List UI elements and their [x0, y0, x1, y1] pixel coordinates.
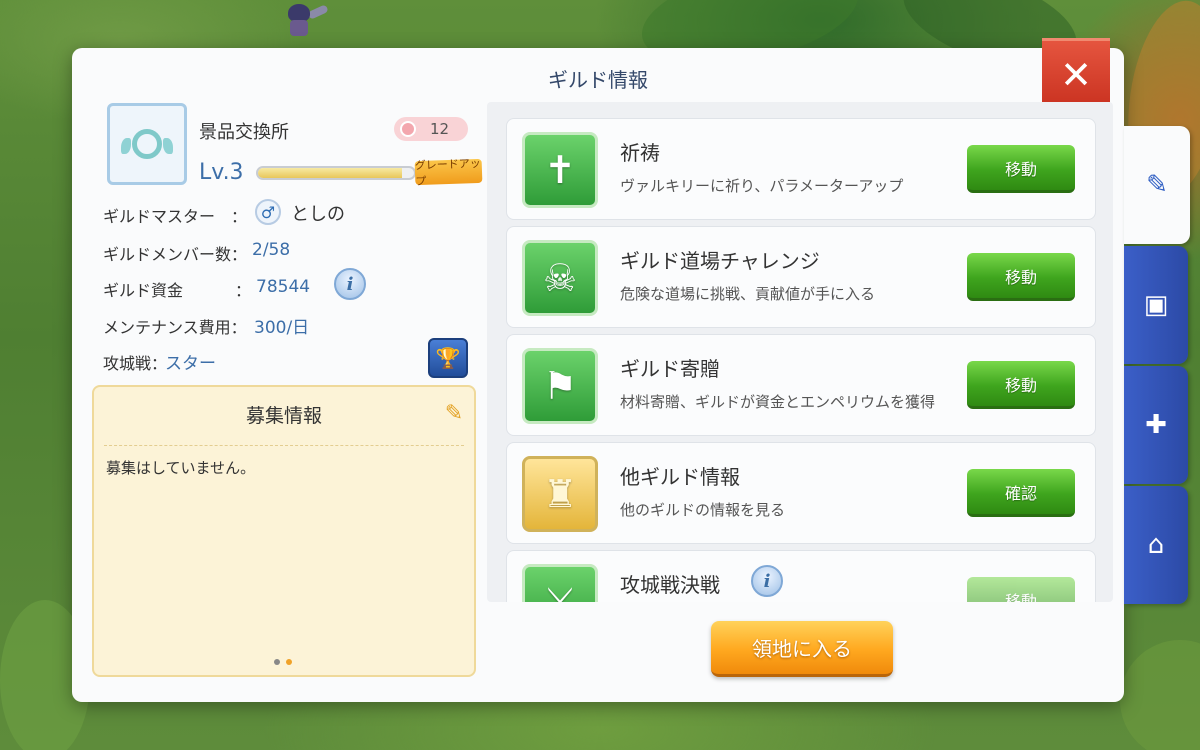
recruit-title: 募集情報 — [245, 405, 322, 427]
level-progress-fill — [258, 168, 402, 178]
tab-members[interactable]: ▣ — [1124, 246, 1188, 364]
guild-book-icon: ✚ — [1145, 410, 1167, 440]
male-gender-icon: ♂ — [255, 199, 281, 225]
item-description: 危険な道場に挑戦、貢献値が手に入る — [620, 285, 876, 303]
contacts-icon: ▣ — [1143, 290, 1169, 320]
member-count-badge: 12 — [394, 117, 468, 141]
tab-guild-info[interactable]: ✎ — [1124, 126, 1190, 244]
guild-members-value: 2/58 — [252, 240, 291, 260]
divider — [104, 445, 464, 446]
guild-name: 景品交換所 — [199, 122, 289, 143]
home-user-icon: ⌂ — [1147, 530, 1165, 560]
trophy-button[interactable]: 🏆 — [428, 338, 468, 378]
guild-master-name: としの — [291, 204, 345, 225]
guild-emblem[interactable] — [107, 103, 187, 185]
tab-territory[interactable]: ⌂ — [1124, 486, 1188, 604]
siege-value[interactable]: スター — [165, 349, 216, 374]
page-dot[interactable] — [274, 659, 280, 665]
siege-label: 攻城戦： — [103, 354, 168, 373]
list-item: ♜ 他ギルド情報 他のギルドの情報を見る 確認 — [506, 442, 1096, 544]
item-title: ギルド寄贈 — [620, 357, 720, 381]
guild-master-label: ギルドマスター — [103, 207, 216, 226]
move-button[interactable]: 移動 — [967, 253, 1075, 301]
move-button[interactable]: 移動 — [967, 577, 1075, 602]
item-description: ヴァルキリーに祈り、パラメーターアップ — [620, 177, 904, 195]
item-title: ギルド道場チャレンジ — [620, 249, 820, 273]
player-character-sprite — [270, 0, 330, 40]
prayer-icon: ✝ — [522, 132, 598, 208]
item-title: 祈祷 — [620, 141, 660, 165]
skull-icon: ☠ — [522, 240, 598, 316]
close-x-icon: ✕ — [1060, 52, 1092, 97]
item-description: 他のギルドの情報を見る — [620, 501, 786, 519]
trophy-icon: 🏆 — [435, 346, 461, 370]
page-dot-active[interactable] — [286, 659, 292, 665]
member-count: 12 — [430, 120, 450, 138]
item-description: 材料寄贈、ギルドが資金とエンペリウムを獲得 — [620, 393, 936, 411]
item-title: 他ギルド情報 — [620, 465, 740, 489]
info-icon[interactable]: i — [751, 565, 783, 597]
move-button[interactable]: 移動 — [967, 145, 1075, 193]
item-title: 攻城戦決戦 — [620, 573, 720, 597]
member-icon — [400, 121, 416, 137]
edit-icon: ✎ — [1146, 170, 1168, 200]
list-item: ✝ 祈祷 ヴァルキリーに祈り、パラメーターアップ 移動 — [506, 118, 1096, 220]
info-icon[interactable]: i — [334, 268, 366, 300]
background-foliage — [1120, 640, 1200, 750]
castle-icon: ♜ — [522, 456, 598, 532]
maintenance-cost-label: メンテナンス費用： — [103, 318, 247, 337]
guild-funds-separator: ： — [235, 281, 252, 300]
crossed-swords-icon: ⚔ — [522, 564, 598, 602]
confirm-button[interactable]: 確認 — [967, 469, 1075, 517]
guild-funds-value: 78544 — [256, 277, 311, 297]
move-button[interactable]: 移動 — [967, 361, 1075, 409]
maintenance-cost-value: 300/日 — [254, 318, 310, 338]
list-item: ⚔ 攻城戦決戦 i 移動 — [506, 550, 1096, 602]
guild-master-separator: ： — [231, 207, 248, 226]
page-indicator — [274, 659, 292, 665]
enter-territory-button[interactable]: 領地に入る — [711, 621, 893, 677]
guild-funds-label: ギルド資金 — [103, 281, 184, 300]
panel-title: ギルド情報 — [548, 68, 648, 92]
guild-level: Lv.3 — [199, 160, 244, 185]
recruit-info-box: 募集情報 ✎ 募集はしていません。 — [92, 385, 476, 677]
donate-icon: ⚑ — [522, 348, 598, 424]
guild-members-label: ギルドメンバー数： — [103, 245, 248, 264]
list-item: ⚑ ギルド寄贈 材料寄贈、ギルドが資金とエンペリウムを獲得 移動 — [506, 334, 1096, 436]
winged-ring-icon — [121, 129, 162, 159]
list-item: ☠ ギルド道場チャレンジ 危険な道場に挑戦、貢献値が手に入る 移動 — [506, 226, 1096, 328]
grade-up-button[interactable]: グレードアップ — [415, 157, 483, 188]
tab-guild-book[interactable]: ✚ — [1124, 366, 1188, 484]
edit-icon[interactable]: ✎ — [442, 401, 466, 426]
recruit-text: 募集はしていません。 — [106, 459, 256, 477]
feature-list[interactable]: ✝ 祈祷 ヴァルキリーに祈り、パラメーターアップ 移動 ☠ ギルド道場チャレンジ… — [487, 102, 1113, 602]
level-progress-bar — [256, 166, 416, 180]
